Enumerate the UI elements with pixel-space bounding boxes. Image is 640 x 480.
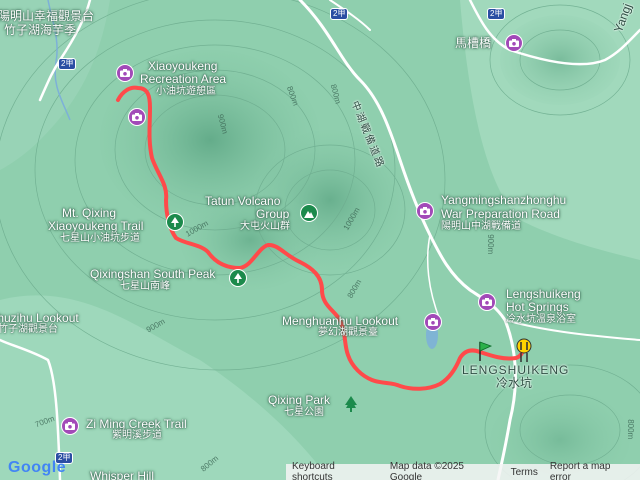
place-label[interactable]: Xiaoyoukeng [148,60,217,73]
place-label[interactable]: 七星公園 [284,407,324,419]
route-shield: 2甲 [330,8,349,20]
route-end-flag-icon[interactable] [515,337,533,363]
place-label[interactable]: Hot Springs [506,301,569,314]
place-label[interactable]: Tatun Volcano [205,195,280,208]
route-shield: 2甲 [58,58,77,70]
poi-camera-icon[interactable] [424,313,442,331]
poi-camera-icon[interactable] [478,293,496,311]
place-label[interactable]: Menghuanhu Lookout [282,315,398,328]
poi-camera-icon[interactable] [128,108,146,126]
place-label[interactable]: 七星山小油坑步道 [60,233,140,245]
place-label: 陽明山幸福觀景台 [0,9,95,23]
area-label: LENGSHUIKENG [462,363,570,377]
place-label[interactable]: 竹子湖觀景台 [0,324,58,336]
google-logo-text: Google [8,459,67,476]
map-canvas[interactable]: 2甲 2甲 2甲 2甲 800m 900m 1000m 900m 800m 80… [0,0,640,480]
area-label: 冷水坑 [496,376,533,390]
route-start-flag-icon[interactable] [477,340,493,362]
place-label[interactable]: 陽明山中湖戰備道 [441,221,521,233]
park-trail-icon[interactable] [166,213,184,231]
poi-camera-icon[interactable] [505,34,523,52]
place-label[interactable]: Recreation Area [140,73,226,86]
poi-camera-icon[interactable] [61,417,79,435]
place-label[interactable]: War Preparation Road [441,208,560,221]
place-label[interactable]: Zhuzihu Lookout [0,312,79,325]
place-label[interactable]: Qixingshan South Peak [90,268,215,281]
google-logo: Google [8,459,66,477]
place-label[interactable]: Yangmingshanzhonghu [441,194,566,207]
place-label[interactable]: 七星山南峰 [120,281,170,293]
place-label[interactable]: 紫明溪步道 [112,430,162,442]
poi-camera-icon[interactable] [116,64,134,82]
place-label[interactable]: 夢幻湖觀景臺 [318,327,378,339]
keyboard-shortcuts-link[interactable]: Keyboard shortcuts [292,461,378,480]
park-tree-icon[interactable] [344,396,358,417]
place-label[interactable]: Mt. Qixing [62,207,116,220]
place-label[interactable]: Zi Ming Creek Trail [86,418,187,431]
mountain-icon[interactable] [300,204,318,222]
place-label[interactable]: Whisper Hill [90,470,154,480]
route-shield: 2甲 [487,8,506,20]
place-label[interactable]: Xiaoyoukeng Trail [48,220,143,233]
place-label[interactable]: 大屯火山群 [240,221,290,233]
park-trail-icon[interactable] [229,269,247,287]
attribution-bar: Keyboard shortcuts Map data ©2025 Google… [286,461,640,480]
place-label[interactable]: Lengshuikeng [506,288,581,301]
place-label: 竹子湖海芋季 [4,23,77,37]
terms-link[interactable]: Terms [511,467,538,478]
contour-label: 800m [626,419,636,440]
place-label[interactable]: Qixing Park [268,394,330,407]
poi-camera-icon[interactable] [416,202,434,220]
place-label[interactable]: 小油坑遊憩區 [156,86,216,98]
report-error-link[interactable]: Report a map error [550,461,634,480]
place-label[interactable]: 冷水坑溫泉浴室 [506,314,576,326]
contour-label: 900m [486,234,496,255]
place-label[interactable]: 馬槽橋 [455,37,491,50]
map-data-label: Map data ©2025 Google [389,461,464,480]
place-label[interactable]: Group [256,208,289,221]
